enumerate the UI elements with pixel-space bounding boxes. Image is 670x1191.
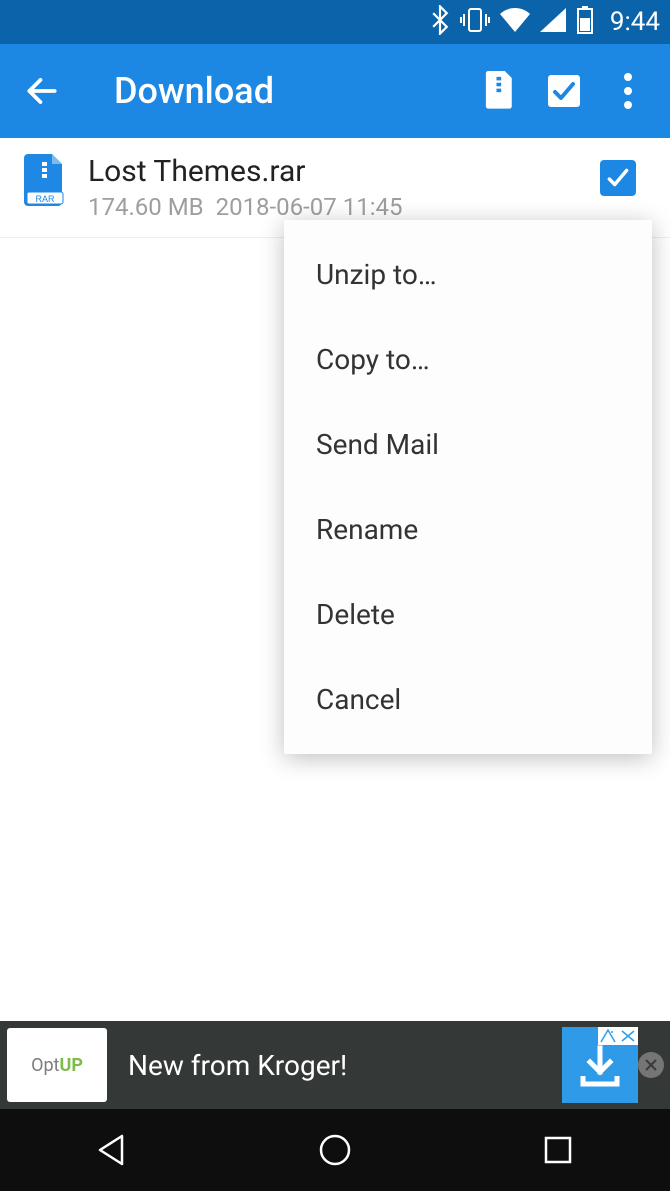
overflow-menu-button[interactable] xyxy=(606,69,650,113)
file-info: Lost Themes.rar 174.60 MB 2018-06-07 11:… xyxy=(88,154,646,221)
new-archive-button[interactable] xyxy=(478,69,522,113)
menu-copy-to[interactable]: Copy to… xyxy=(284,317,652,402)
ad-download-icon[interactable] xyxy=(562,1027,638,1103)
ad-info-tag[interactable] xyxy=(598,1027,638,1045)
signal-icon xyxy=(540,8,566,36)
ad-badge-opt: Opt xyxy=(31,1055,59,1076)
status-bar: 9:44 xyxy=(0,0,670,44)
file-size: 174.60 MB xyxy=(88,193,204,221)
rar-file-icon: RAR xyxy=(24,154,66,204)
menu-unzip-to[interactable]: Unzip to… xyxy=(284,232,652,317)
nav-home-button[interactable] xyxy=(305,1120,365,1180)
menu-cancel[interactable]: Cancel xyxy=(284,657,652,742)
ad-banner[interactable]: OptUP New from Kroger! xyxy=(0,1021,670,1109)
nav-recent-button[interactable] xyxy=(528,1120,588,1180)
wifi-icon xyxy=(500,8,530,36)
nav-bar xyxy=(0,1109,670,1191)
context-menu: Unzip to… Copy to… Send Mail Rename Dele… xyxy=(284,220,652,754)
file-name: Lost Themes.rar xyxy=(88,154,646,189)
file-date: 2018-06-07 11:45 xyxy=(216,193,403,221)
bluetooth-icon xyxy=(430,5,450,39)
status-icons xyxy=(430,5,594,39)
back-button[interactable] xyxy=(20,69,64,113)
select-all-button[interactable] xyxy=(542,69,586,113)
ad-app-icon: OptUP xyxy=(7,1028,107,1102)
svg-text:RAR: RAR xyxy=(35,194,55,204)
ad-close-button[interactable] xyxy=(638,1052,664,1078)
ad-text: New from Kroger! xyxy=(128,1049,562,1082)
app-bar: Download xyxy=(0,44,670,138)
vibrate-icon xyxy=(460,7,490,37)
page-title: Download xyxy=(114,70,458,112)
file-meta: 174.60 MB 2018-06-07 11:45 xyxy=(88,193,646,221)
battery-icon xyxy=(576,6,594,38)
menu-send-mail[interactable]: Send Mail xyxy=(284,402,652,487)
ad-badge-up: UP xyxy=(59,1055,82,1076)
status-time: 9:44 xyxy=(610,7,660,37)
menu-rename[interactable]: Rename xyxy=(284,487,652,572)
file-checkbox[interactable] xyxy=(600,160,636,196)
nav-back-button[interactable] xyxy=(82,1120,142,1180)
menu-delete[interactable]: Delete xyxy=(284,572,652,657)
